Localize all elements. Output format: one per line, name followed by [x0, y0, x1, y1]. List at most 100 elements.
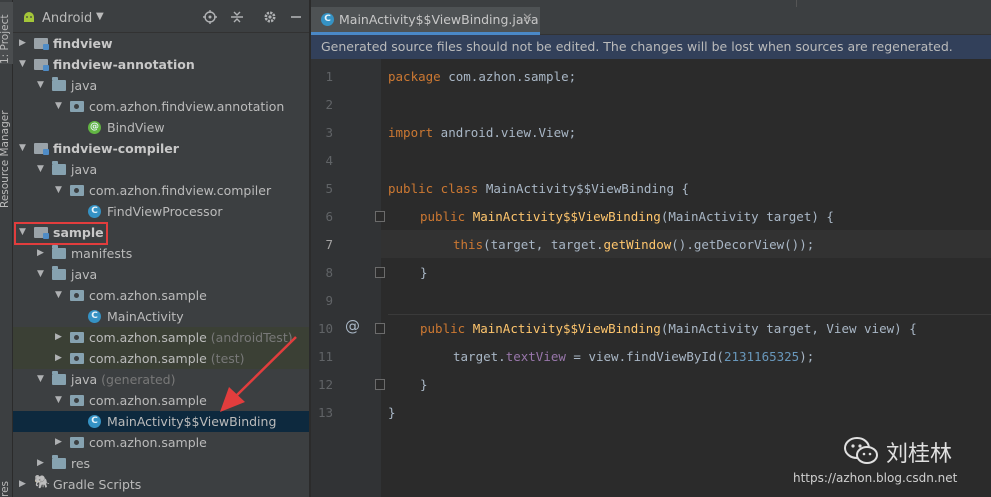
fold-marker-icon[interactable] — [375, 323, 385, 334]
chevron-down-icon[interactable]: ▼ — [37, 75, 44, 96]
chevron-right-icon[interactable]: ▶ — [37, 243, 44, 264]
code-line-1[interactable]: package com.azhon.sample; — [388, 69, 576, 84]
tree-item[interactable]: ▶ com.azhon.sample (androidTest) — [13, 327, 309, 348]
tree-item-label: java — [71, 162, 98, 177]
editor-tab-bar: C MainActivity$$ViewBinding.java ✕ — [311, 0, 991, 35]
structure-tool-button[interactable]: res — [0, 465, 14, 497]
tab-mainactivity-viewbinding[interactable]: C MainActivity$$ViewBinding.java ✕ — [311, 7, 540, 35]
package-icon — [70, 184, 84, 196]
chevron-down-icon[interactable]: ▼ — [55, 180, 62, 201]
wechat-logo-icon — [843, 436, 879, 466]
watermark-url: https://azhon.blog.csdn.net — [793, 471, 958, 485]
tree-item[interactable]: ▼ com.azhon.findview.annotation — [13, 96, 309, 117]
tree-item[interactable]: ▼ java — [13, 75, 309, 96]
chevron-right-icon[interactable]: ▶ — [55, 327, 62, 348]
project-panel-header: Android ▼ — [13, 0, 309, 33]
code-line-10[interactable]: public MainActivity$$ViewBinding(MainAct… — [420, 321, 917, 336]
chevron-right-icon[interactable]: ▶ — [19, 33, 26, 54]
code-line-13[interactable]: } — [388, 405, 396, 420]
tree-item-label: BindView — [107, 120, 165, 135]
tree-item[interactable]: ▼ java — [13, 159, 309, 180]
chevron-down-icon[interactable]: ▼ — [37, 369, 44, 390]
tree-item-label: com.azhon.sample — [89, 435, 207, 450]
gradle-icon: 🐘 — [34, 475, 51, 490]
chevron-down-icon[interactable]: ▼ — [55, 285, 62, 306]
tree-item[interactable]: C FindViewProcessor — [13, 201, 309, 222]
line-number: 13 — [317, 405, 333, 420]
package-icon — [70, 352, 84, 364]
package-icon — [70, 436, 84, 448]
tree-item-label: manifests — [71, 246, 133, 261]
tree-item-label: FindViewProcessor — [107, 204, 223, 219]
line-number: 3 — [325, 125, 333, 140]
chevron-down-icon[interactable]: ▼ — [37, 159, 44, 180]
chevron-down-icon[interactable]: ▼ — [19, 54, 26, 75]
tree-item[interactable]: ▶ com.azhon.sample — [13, 432, 309, 453]
annotation-icon: @ — [88, 121, 101, 134]
tree-item[interactable]: ▼ com.azhon.sample — [13, 285, 309, 306]
chevron-down-icon[interactable]: ▼ — [19, 138, 26, 159]
chevron-down-icon[interactable]: ▼ — [55, 96, 62, 117]
code-line-3[interactable]: import android.view.View; — [388, 125, 576, 140]
chevron-right-icon[interactable]: ▶ — [19, 474, 26, 495]
fold-marker-icon[interactable] — [375, 379, 385, 390]
android-icon — [22, 11, 36, 26]
code-line-11[interactable]: target.textView = view.findViewById(2131… — [453, 349, 814, 364]
tree-item[interactable]: C MainActivity$$ViewBinding — [13, 411, 309, 432]
class-icon: C — [321, 13, 334, 26]
tree-item[interactable]: C MainActivity — [13, 306, 309, 327]
code-line-8[interactable]: } — [420, 265, 428, 280]
fold-marker-icon[interactable] — [375, 211, 385, 222]
code-editor: C MainActivity$$ViewBinding.java ✕ Gener… — [311, 0, 991, 497]
resource-manager-tool-button[interactable]: Resource Manager — [0, 98, 14, 208]
tree-item-label: com.azhon.sample — [89, 393, 207, 408]
folder-icon — [52, 455, 66, 469]
line-number: 9 — [325, 293, 333, 308]
tree-item[interactable]: ▶ 🐘 Gradle Scripts — [13, 474, 309, 495]
fold-marker-icon[interactable] — [375, 267, 385, 278]
tree-item[interactable]: @ BindView — [13, 117, 309, 138]
line-number: 5 — [325, 181, 333, 196]
tree-item[interactable]: ▶ findview — [13, 33, 309, 54]
chevron-down-icon[interactable]: ▼ — [37, 264, 44, 285]
module-folder-icon — [34, 142, 49, 155]
chevron-right-icon[interactable]: ▶ — [55, 348, 62, 369]
tree-item[interactable]: ▼ findview-annotation — [13, 54, 309, 75]
collapse-all-icon[interactable] — [230, 10, 244, 27]
locate-target-icon[interactable] — [203, 10, 217, 27]
tree-item[interactable]: ▼ com.azhon.sample — [13, 390, 309, 411]
override-gutter-icon[interactable]: @ — [345, 317, 360, 335]
tree-item[interactable]: ▶ com.azhon.sample (test) — [13, 348, 309, 369]
tree-item[interactable]: ▼ com.azhon.findview.compiler — [13, 180, 309, 201]
adjacent-tab-edge[interactable] — [796, 0, 906, 7]
tree-item[interactable]: ▼ findview-compiler — [13, 138, 309, 159]
project-tool-button[interactable]: 1: Project — [0, 2, 14, 64]
tree-item-label: findview — [53, 36, 113, 51]
chevron-down-icon[interactable]: ▼ — [55, 390, 62, 411]
tree-item[interactable]: ▼ java (generated) — [13, 369, 309, 390]
class-icon: C — [88, 205, 101, 218]
code-line-5[interactable]: public class MainActivity$$ViewBinding { — [388, 181, 689, 196]
code-line-12[interactable]: } — [420, 377, 428, 392]
code-line-7[interactable]: this(target, target.getWindow().getDecor… — [453, 237, 814, 252]
generated-source-banner: Generated source files should not be edi… — [311, 35, 991, 59]
package-icon — [70, 331, 84, 343]
tree-item-suffix: (generated) — [97, 372, 176, 387]
tree-item[interactable]: ▶ res — [13, 453, 309, 474]
code-line-6[interactable]: public MainActivity$$ViewBinding(MainAct… — [420, 209, 834, 224]
close-icon[interactable]: ✕ — [522, 11, 533, 26]
view-mode-dropdown[interactable]: Android — [42, 11, 92, 26]
tree-item-label: res — [71, 456, 91, 471]
chevron-right-icon[interactable]: ▶ — [55, 432, 62, 453]
tree-item[interactable]: ▶ manifests — [13, 243, 309, 264]
gear-icon[interactable] — [263, 10, 277, 27]
method-separator — [388, 314, 991, 315]
minimize-icon[interactable] — [289, 10, 303, 27]
chevron-right-icon[interactable]: ▶ — [37, 453, 44, 474]
chevron-down-icon[interactable]: ▼ — [96, 11, 104, 22]
tree-item-label: MainActivity$$ViewBinding — [107, 414, 277, 429]
line-number: 8 — [325, 265, 333, 280]
module-folder-icon — [34, 58, 49, 71]
line-number: 10 — [317, 321, 333, 336]
tree-item[interactable]: ▼ java — [13, 264, 309, 285]
